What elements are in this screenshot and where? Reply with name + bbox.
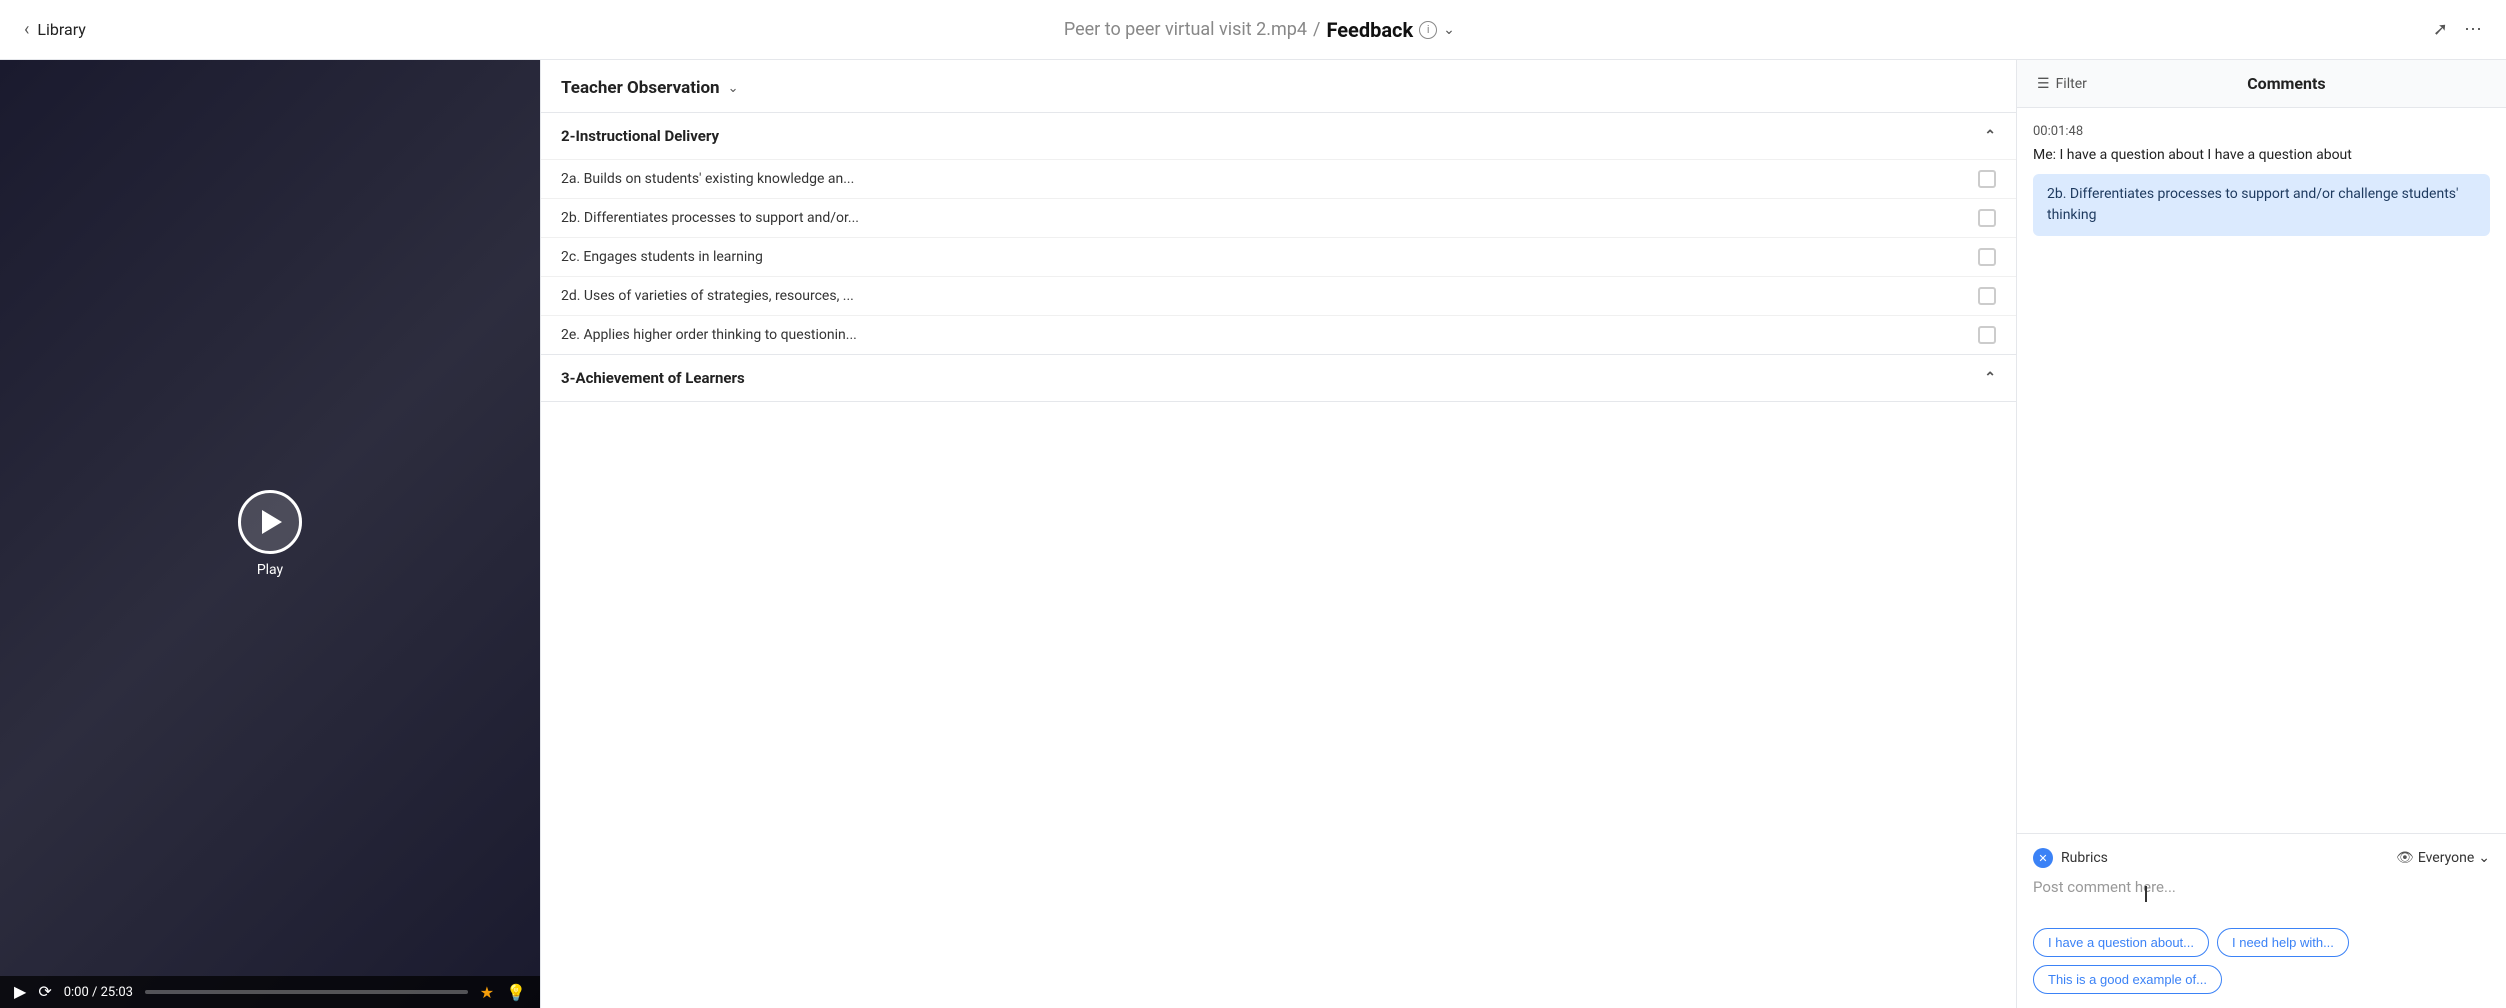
- video-controls: ▶ ⟳ 0:00 / 25:03 ★ 💡: [0, 976, 540, 1008]
- comments-header: ☰ Filter Comments: [2017, 60, 2506, 108]
- topbar-actions: ➚ ⋯: [2433, 19, 2482, 40]
- eye-icon: 👁: [2396, 850, 2414, 866]
- rubric-item-2e-label: 2e. Applies higher order thinking to que…: [561, 327, 1978, 343]
- play-button[interactable]: [238, 490, 302, 554]
- rubric-checkbox-2a[interactable]: [1978, 170, 1996, 188]
- video-rubric-row: Play ▶ ⟳ 0:00 / 25:03 ★ 💡 Teacher Observ…: [0, 60, 2016, 1008]
- bulb-icon[interactable]: 💡: [506, 983, 526, 1002]
- comments-title: Comments: [2087, 74, 2486, 93]
- rubric-header[interactable]: Teacher Observation ⌄: [541, 60, 2016, 113]
- rubric-section-2: 2-Instructional Delivery ⌃ 2a. Builds on…: [541, 113, 2016, 355]
- breadcrumb-file: Peer to peer virtual visit 2.mp4: [1064, 19, 1307, 40]
- comment-textarea-wrap: Post comment here...: [2033, 878, 2490, 918]
- play-triangle-icon: [262, 510, 282, 534]
- rubric-section-3-label: 3-Achievement of Learners: [561, 369, 745, 387]
- quick-reply-example-btn[interactable]: This is a good example of...: [2033, 965, 2222, 994]
- rewind-button[interactable]: ⟳: [38, 982, 51, 1002]
- rubric-section-3: 3-Achievement of Learners ⌃: [541, 355, 2016, 402]
- play-pause-button[interactable]: ▶: [14, 982, 26, 1002]
- audience-selector[interactable]: 👁 Everyone ⌄: [2396, 850, 2490, 866]
- back-icon: ‹: [24, 19, 29, 40]
- rubric-section-2-header[interactable]: 2-Instructional Delivery ⌃: [541, 113, 2016, 159]
- video-container: Play ▶ ⟳ 0:00 / 25:03 ★ 💡: [0, 60, 540, 1008]
- rubric-checkbox-2d[interactable]: [1978, 287, 1996, 305]
- rubric-checkbox-2e[interactable]: [1978, 326, 1996, 344]
- rubric-item-2b[interactable]: 2b. Differentiates processes to support …: [541, 198, 2016, 237]
- text-cursor: [2145, 886, 2147, 902]
- breadcrumb-active: Feedback: [1326, 18, 1413, 42]
- breadcrumb: Peer to peer virtual visit 2.mp4 / Feedb…: [1064, 18, 1455, 42]
- comments-panel: ☰ Filter Comments 00:01:48 Me: I have a …: [2016, 60, 2506, 1008]
- library-label: Library: [37, 20, 85, 39]
- quick-reply-row: I have a question about... I need help w…: [2033, 928, 2490, 994]
- star-icon[interactable]: ★: [480, 983, 494, 1002]
- rubric-item-2c[interactable]: 2c. Engages students in learning: [541, 237, 2016, 276]
- tag-label: Rubrics: [2061, 850, 2108, 866]
- comments-body: 00:01:48 Me: I have a question about I h…: [2017, 108, 2506, 833]
- info-icon[interactable]: i: [1419, 21, 1437, 39]
- rubric-item-2c-label: 2c. Engages students in learning: [561, 249, 1978, 265]
- filter-label: Filter: [2056, 76, 2087, 92]
- comment-highlight: 2b. Differentiates processes to support …: [2033, 174, 2490, 236]
- comment-tags-row: ✕ Rubrics 👁 Everyone ⌄: [2033, 848, 2490, 868]
- audience-label: Everyone: [2418, 850, 2474, 866]
- comment-timestamp: 00:01:48: [2033, 124, 2490, 139]
- more-options-button[interactable]: ⋯: [2464, 19, 2482, 40]
- comment-input-area: ✕ Rubrics 👁 Everyone ⌄ Post comment here…: [2017, 833, 2506, 1008]
- rubric-section-2-chevron: ⌃: [1984, 128, 1996, 144]
- rubric-section-2-label: 2-Instructional Delivery: [561, 127, 719, 145]
- rubric-item-2a-label: 2a. Builds on students' existing knowled…: [561, 171, 1978, 187]
- rubric-item-2e[interactable]: 2e. Applies higher order thinking to que…: [541, 315, 2016, 354]
- rubric-item-2d[interactable]: 2d. Uses of varieties of strategies, res…: [541, 276, 2016, 315]
- quick-reply-question-btn[interactable]: I have a question about...: [2033, 928, 2209, 957]
- breadcrumb-sep: /: [1313, 19, 1320, 40]
- audience-chevron-icon: ⌄: [2478, 850, 2490, 866]
- tag-remove-button[interactable]: ✕: [2033, 848, 2053, 868]
- rubric-checkbox-2b[interactable]: [1978, 209, 1996, 227]
- comment-text: Me: I have a question about I have a que…: [2033, 145, 2490, 166]
- back-nav[interactable]: ‹ Library: [24, 19, 86, 40]
- rubric-panel: Teacher Observation ⌄ 2-Instructional De…: [540, 60, 2016, 1008]
- progress-bar[interactable]: [145, 990, 468, 994]
- filter-icon: ☰: [2037, 76, 2050, 92]
- rubric-section-3-chevron: ⌃: [1984, 370, 1996, 386]
- filter-button[interactable]: ☰ Filter: [2037, 76, 2087, 92]
- chevron-down-icon[interactable]: ⌄: [1443, 22, 1455, 38]
- rubric-checkbox-2c[interactable]: [1978, 248, 1996, 266]
- left-panel: Play ▶ ⟳ 0:00 / 25:03 ★ 💡 Teacher Observ…: [0, 60, 2016, 1008]
- share-button[interactable]: ➚: [2433, 19, 2448, 40]
- rubric-item-2d-label: 2d. Uses of varieties of strategies, res…: [561, 288, 1978, 304]
- quick-reply-help-btn[interactable]: I need help with...: [2217, 928, 2349, 957]
- play-label: Play: [257, 562, 283, 578]
- rubric-item-2a[interactable]: 2a. Builds on students' existing knowled…: [541, 159, 2016, 198]
- rubric-chevron-icon: ⌄: [728, 81, 739, 96]
- rubric-section-3-header[interactable]: 3-Achievement of Learners ⌃: [541, 355, 2016, 401]
- main-content: Play ▶ ⟳ 0:00 / 25:03 ★ 💡 Teacher Observ…: [0, 60, 2506, 1008]
- topbar: ‹ Library Peer to peer virtual visit 2.m…: [0, 0, 2506, 60]
- rubric-title: Teacher Observation: [561, 78, 720, 98]
- rubric-item-2b-label: 2b. Differentiates processes to support …: [561, 210, 1978, 226]
- time-display: 0:00 / 25:03: [64, 985, 133, 1000]
